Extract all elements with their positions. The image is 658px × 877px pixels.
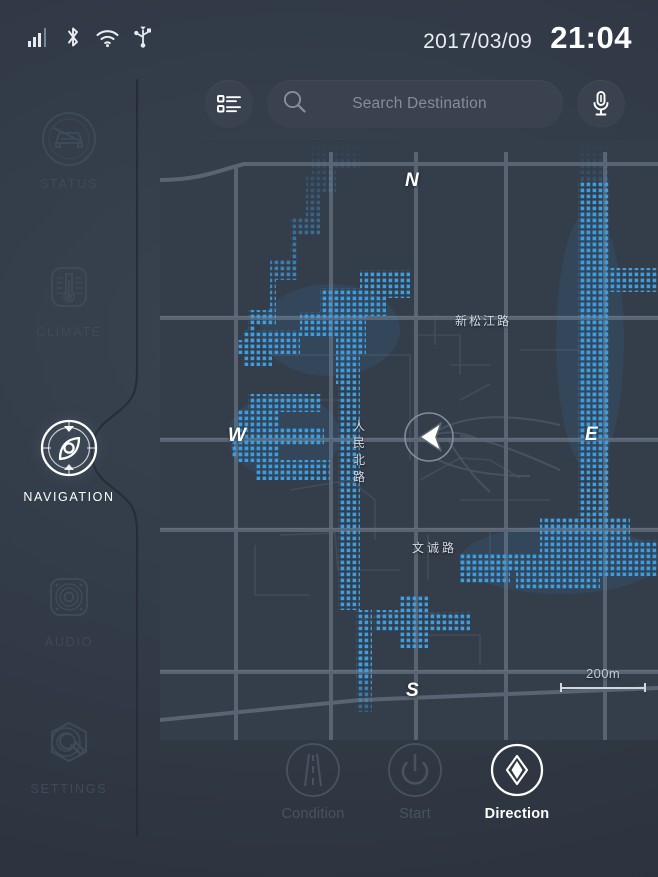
sidebar-nav: STATUS CLIMATE NAVIGATION AUDIO SETTINGS — [0, 68, 138, 877]
map-view[interactable]: N W E S 新松江路 人民北路 文诚路 200m — [160, 140, 658, 740]
sidebar-item-status[interactable]: STATUS — [0, 110, 138, 191]
map-scale-ruler — [560, 683, 646, 692]
date-label: 2017/03/09 — [423, 30, 533, 53]
search-row: Search Destination — [205, 80, 625, 128]
sidebar-item-label: AUDIO — [44, 635, 94, 649]
speaker-icon — [50, 578, 88, 616]
sidebar-item-label: SETTINGS — [30, 782, 108, 796]
compass-east: E — [585, 424, 598, 445]
sidebar-item-navigation[interactable]: NAVIGATION — [0, 415, 138, 504]
compass-west: W — [228, 425, 246, 446]
time-label: 21:04 — [550, 20, 632, 55]
condition-button[interactable]: Condition — [270, 742, 356, 842]
start-button[interactable]: Start — [372, 742, 458, 842]
compass-south: S — [406, 680, 419, 701]
control-label: Start — [399, 806, 431, 822]
sidebar-item-label: CLIMATE — [36, 325, 102, 339]
voice-search-button[interactable] — [577, 80, 625, 128]
status-bar: 2017/03/09 21:04 — [0, 0, 658, 68]
thermometer-icon — [51, 267, 87, 307]
wifi-icon — [96, 29, 119, 48]
street-label: 新松江路 — [455, 314, 512, 328]
clock-area: 2017/03/09 21:04 — [423, 20, 632, 56]
control-label: Condition — [281, 806, 345, 822]
map-scale-label: 200m — [585, 666, 621, 681]
list-menu-icon — [217, 95, 241, 113]
car-status-icon — [42, 112, 96, 166]
usb-icon — [133, 26, 153, 48]
bluetooth-icon — [64, 26, 82, 48]
street-label: 文诚路 — [412, 541, 458, 555]
direction-icon — [490, 743, 544, 797]
system-icons — [28, 26, 153, 48]
map-controls: Condition Start Direction — [270, 742, 560, 842]
cellular-signal-icon — [28, 28, 50, 48]
sidebar-item-label: STATUS — [39, 177, 99, 191]
sidebar-item-settings[interactable]: SETTINGS — [0, 715, 138, 796]
list-menu-button[interactable] — [205, 80, 253, 128]
search-icon — [283, 90, 306, 118]
microphone-icon — [593, 91, 609, 116]
map-scale-bar: 200m — [560, 666, 646, 692]
street-label: 人民北路 — [353, 419, 368, 484]
sidebar-item-climate[interactable]: CLIMATE — [0, 258, 138, 339]
infotainment-screen: 2017/03/09 21:04 STATUS CLIMATE NAVIGATI… — [0, 0, 658, 877]
power-icon — [388, 743, 442, 797]
wrench-icon — [51, 722, 87, 762]
sidebar-item-audio[interactable]: AUDIO — [0, 568, 138, 649]
sidebar-item-label: NAVIGATION — [23, 490, 115, 504]
search-input[interactable]: Search Destination — [267, 80, 563, 128]
search-placeholder: Search Destination — [352, 95, 487, 112]
control-label: Direction — [484, 806, 550, 822]
direction-button[interactable]: Direction — [474, 742, 560, 842]
compass-icon — [40, 419, 98, 477]
road-icon — [286, 743, 340, 797]
compass-north: N — [405, 170, 419, 191]
